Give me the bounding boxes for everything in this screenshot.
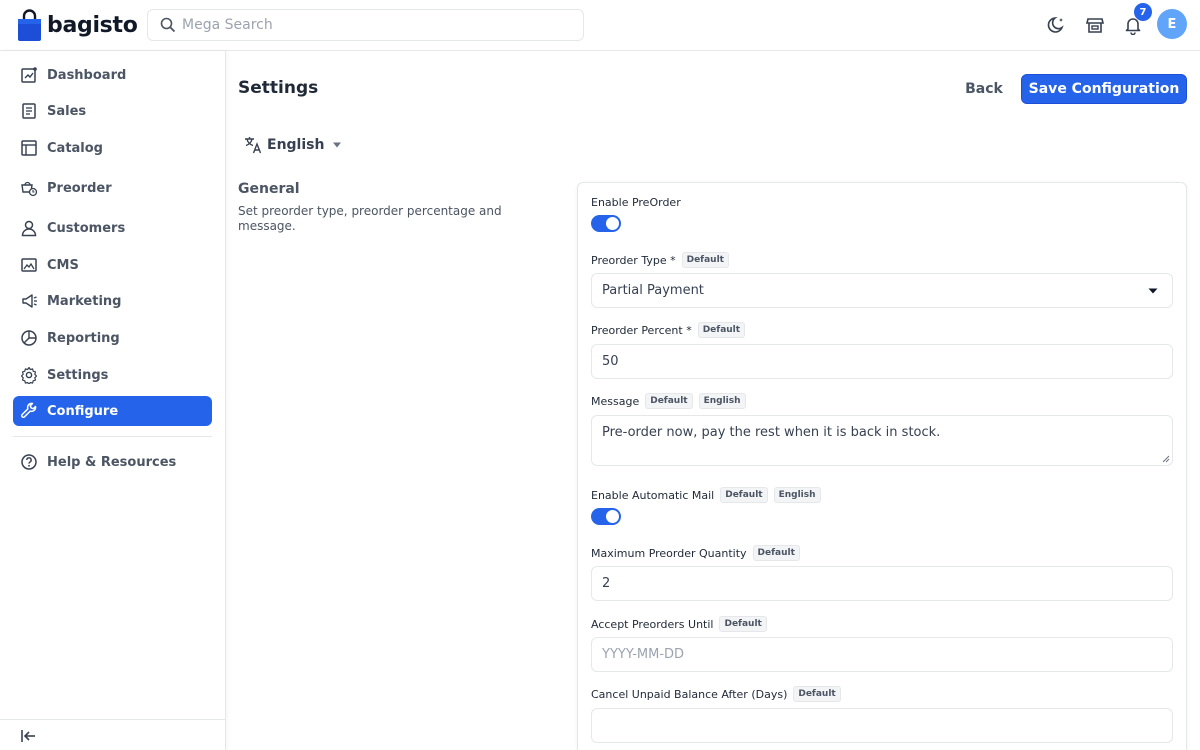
- mega-search[interactable]: [147, 9, 584, 41]
- field-label: Enable PreOrder: [591, 196, 681, 209]
- marketing-icon: [19, 291, 39, 311]
- scope-tag: Default: [720, 487, 768, 503]
- enable-preorder-toggle[interactable]: [591, 215, 621, 232]
- field-label: Accept Preorders Until: [591, 617, 714, 631]
- scope-tag: Default: [681, 252, 729, 268]
- cancel-after-label: Cancel Unpaid Balance After (Days) Defau…: [591, 686, 841, 702]
- brand-name: bagisto: [47, 13, 138, 38]
- scope-tag: Default: [793, 686, 841, 702]
- sidebar-item-label: Catalog: [47, 140, 103, 156]
- sidebar-item-label: Configure: [47, 403, 119, 419]
- preorder-percent-field[interactable]: 50: [591, 344, 1173, 379]
- section-description: Set preorder type, preorder percentage a…: [238, 204, 502, 233]
- field-label: Maximum Preorder Quantity: [591, 546, 747, 560]
- top-header: bagisto 7 E: [0, 0, 1200, 51]
- help-icon: [19, 452, 39, 472]
- locale-tag: English: [698, 393, 746, 409]
- sidebar-item-label: Sales: [47, 103, 87, 119]
- sidebar-item-label: Dashboard: [47, 67, 127, 83]
- field-label: Cancel Unpaid Balance After (Days): [591, 687, 788, 701]
- bag-logo-icon: [18, 9, 41, 41]
- select-value: Partial Payment: [602, 283, 704, 298]
- field-value: 50: [602, 354, 619, 369]
- preorder-type-select[interactable]: Partial Payment: [591, 273, 1173, 308]
- search-input[interactable]: [182, 17, 562, 33]
- save-configuration-button[interactable]: Save Configuration: [1021, 74, 1187, 104]
- sidebar-item-label: Preorder: [47, 180, 112, 196]
- enable-mail-toggle[interactable]: [591, 508, 621, 525]
- toggle-knob: [606, 217, 619, 230]
- collapse-sidebar-icon[interactable]: [19, 727, 39, 747]
- translate-icon: [245, 137, 262, 154]
- field-label: Preorder Percent *: [591, 323, 692, 337]
- back-button[interactable]: Back: [955, 74, 1013, 104]
- notification-count-badge: 7: [1134, 3, 1152, 21]
- customers-icon: [19, 218, 39, 238]
- max-quantity-field[interactable]: 2: [591, 566, 1173, 601]
- sidebar-item-sales[interactable]: Sales: [13, 96, 212, 126]
- gear-icon: [19, 365, 39, 385]
- sidebar-item-configure[interactable]: Configure: [13, 396, 212, 426]
- catalog-icon: [19, 138, 39, 158]
- field-value: 2: [602, 576, 611, 591]
- dark-mode-icon[interactable]: [1046, 14, 1068, 36]
- sidebar-item-preorder[interactable]: Preorder: [13, 173, 212, 203]
- toggle-knob: [606, 510, 619, 523]
- accept-until-label: Accept Preorders Until Default: [591, 616, 767, 632]
- field-label: Enable Automatic Mail: [591, 488, 715, 502]
- enable-mail-label: Enable Automatic Mail Default English: [591, 487, 821, 503]
- preorder-percent-label: Preorder Percent * Default: [591, 322, 746, 338]
- wrench-icon: [19, 401, 39, 421]
- cms-icon: [19, 255, 39, 275]
- page-title: Settings: [238, 78, 319, 98]
- sidebar-item-cms[interactable]: CMS: [13, 250, 212, 280]
- dashboard-icon: [19, 65, 39, 85]
- reporting-icon: [19, 328, 39, 348]
- sidebar-item-label: Settings: [47, 367, 109, 383]
- scope-tag: Default: [752, 545, 800, 561]
- sales-icon: [19, 101, 39, 121]
- storefront-icon[interactable]: [1084, 14, 1106, 36]
- sidebar-item-reporting[interactable]: Reporting: [13, 323, 212, 353]
- enable-preorder-label: Enable PreOrder: [591, 196, 681, 209]
- field-value: Pre-order now, pay the rest when it is b…: [602, 425, 941, 440]
- sidebar-item-label: Marketing: [47, 293, 122, 309]
- scope-tag: Default: [697, 322, 746, 338]
- message-label: Message Default English: [591, 393, 746, 409]
- sidebar-item-label: CMS: [47, 257, 79, 273]
- brand-logo[interactable]: bagisto: [17, 9, 138, 42]
- search-icon: [160, 17, 176, 33]
- caret-down-icon: [1148, 288, 1158, 294]
- sidebar-item-catalog[interactable]: Catalog: [13, 133, 212, 163]
- sidebar-item-label: Customers: [47, 220, 126, 236]
- locale-tag: English: [773, 487, 821, 503]
- sidebar-item-settings[interactable]: Settings: [13, 360, 212, 390]
- sidebar-footer-divider: [0, 719, 226, 720]
- caret-down-icon: [333, 142, 342, 148]
- message-textarea[interactable]: Pre-order now, pay the rest when it is b…: [591, 415, 1173, 466]
- preorder-type-label: Preorder Type * Default: [591, 252, 729, 268]
- locale-label: English: [267, 137, 325, 153]
- sidebar-item-marketing[interactable]: Marketing: [13, 286, 212, 316]
- date-input[interactable]: [602, 647, 1172, 662]
- sidebar-item-label: Help & Resources: [47, 454, 177, 470]
- sidebar-divider: [13, 436, 212, 437]
- max-quantity-label: Maximum Preorder Quantity Default: [591, 545, 800, 561]
- sidebar-item-dashboard[interactable]: Dashboard: [13, 60, 212, 90]
- sidebar-item-customers[interactable]: Customers: [13, 213, 212, 243]
- locale-switcher[interactable]: English: [243, 135, 342, 155]
- preorder-icon: [19, 178, 39, 198]
- scope-tag: Default: [719, 616, 767, 632]
- sidebar-item-label: Reporting: [47, 330, 120, 346]
- field-label: Preorder Type *: [591, 253, 676, 267]
- field-label: Message: [591, 394, 640, 408]
- sidebar-item-help[interactable]: Help & Resources: [13, 447, 212, 477]
- sidebar: Dashboard Sales Catalog Preorder Custome…: [0, 51, 226, 750]
- accept-until-field[interactable]: [591, 637, 1173, 672]
- cancel-after-field[interactable]: [591, 708, 1173, 743]
- section-title: General: [238, 181, 300, 197]
- resize-handle-icon[interactable]: [1162, 455, 1170, 463]
- scope-tag: Default: [645, 393, 693, 409]
- user-avatar[interactable]: E: [1157, 9, 1187, 39]
